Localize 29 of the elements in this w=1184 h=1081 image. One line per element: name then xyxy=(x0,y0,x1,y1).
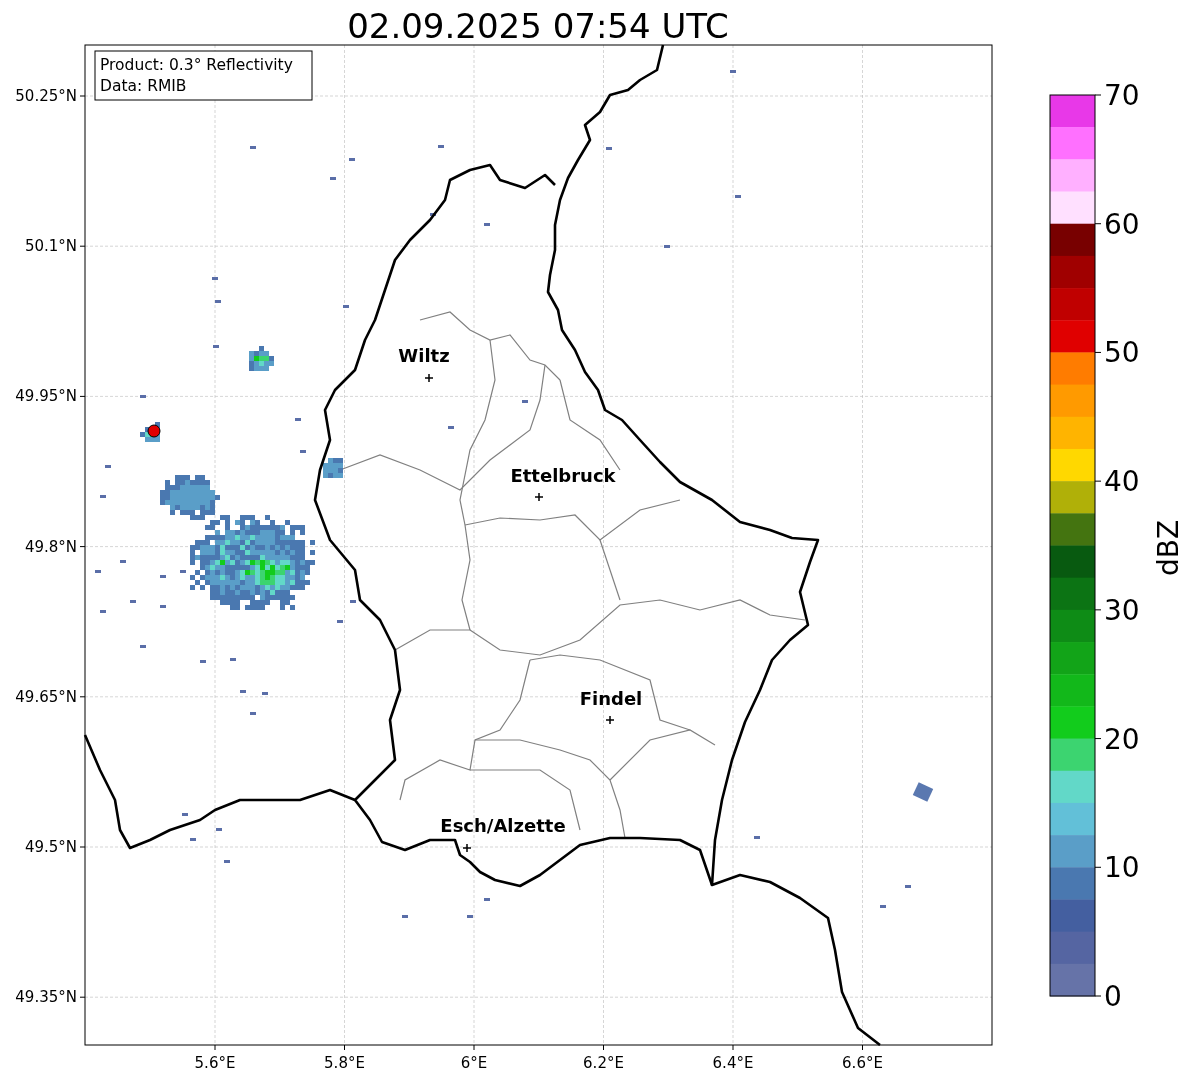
map-title: 02.09.2025 07:54 UTC xyxy=(347,6,729,46)
longitude-label: 5.6°E xyxy=(194,1054,236,1072)
longitude-label: 5.8°E xyxy=(324,1054,365,1072)
longitude-label: 6.4°E xyxy=(712,1054,754,1072)
latitude-label: 50.1°N xyxy=(24,237,77,256)
city-label: Esch/Alzette xyxy=(440,815,566,836)
scale-tick-label: 10 xyxy=(1104,851,1140,885)
longitude-label: 6.6°E xyxy=(842,1054,883,1072)
city-label: Ettelbruck xyxy=(510,465,616,486)
info-text: Data: RMIB xyxy=(100,77,187,95)
longitude-label: 6°E xyxy=(460,1054,488,1072)
scale-tick-label: 50 xyxy=(1104,336,1140,370)
scale-tick-label: 30 xyxy=(1104,593,1140,627)
city-label: Wiltz xyxy=(398,345,450,366)
latitude-label: 49.35°N xyxy=(15,988,77,1007)
city-label: Findel xyxy=(579,688,643,709)
latitude-label: 49.8°N xyxy=(24,537,77,556)
scale-tick-label: 70 xyxy=(1104,79,1140,112)
latitude-label: 49.95°N xyxy=(15,387,77,406)
scale-tick-label: 60 xyxy=(1104,207,1140,241)
scale-tick-label: 40 xyxy=(1104,465,1140,499)
longitude-label: 6.2°E xyxy=(583,1054,624,1072)
latitude-label: 49.65°N xyxy=(15,687,77,706)
latitude-label: 50.25°N xyxy=(15,87,77,105)
scale-unit-label: dBZ xyxy=(1152,519,1184,577)
scale-tick-label: 0 xyxy=(1104,980,1122,1013)
scale-tick-label: 20 xyxy=(1104,722,1140,756)
latitude-label: 49.5°N xyxy=(24,838,77,856)
info-text: Product: 0.3° Reflectivity xyxy=(100,56,293,74)
